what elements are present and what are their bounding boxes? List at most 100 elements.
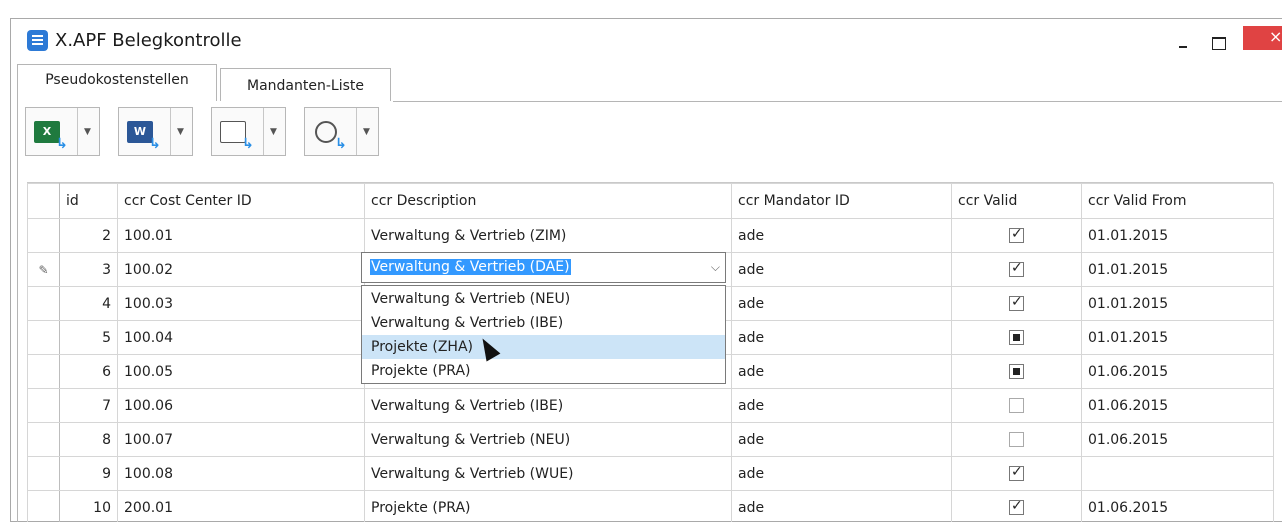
cell-valid[interactable] [951, 388, 1082, 423]
cell-mandator-id[interactable]: ade [731, 320, 952, 355]
cell-mandator-id[interactable]: ade [731, 388, 952, 423]
valid-checkbox[interactable] [1009, 464, 1024, 481]
cell-description[interactable]: Projekte (PRA) [364, 490, 732, 522]
cell-valid-from[interactable]: 01.06.2015 [1081, 354, 1274, 389]
cell-valid-from[interactable]: 01.01.2015 [1081, 320, 1274, 355]
valid-checkbox[interactable] [1009, 398, 1024, 413]
web-export-button[interactable]: ↳ ▼ [304, 107, 379, 156]
dropdown-item[interactable]: Projekte (PRA) [362, 359, 725, 383]
minimize-button[interactable] [1173, 31, 1193, 51]
cell-description[interactable]: Verwaltung & Vertrieb (IBE) [364, 388, 732, 423]
cell-cost-center-id[interactable]: 100.03 [117, 286, 365, 321]
cell-cost-center-id[interactable]: 100.01 [117, 218, 365, 253]
valid-checkbox[interactable] [1009, 226, 1024, 243]
cell-valid[interactable] [951, 490, 1082, 522]
table-row[interactable]: 8 100.07 Verwaltung & Vertrieb (NEU) ade 01.… [27, 422, 1274, 457]
valid-checkbox[interactable] [1009, 260, 1024, 277]
globe-icon [315, 121, 337, 143]
table-row[interactable]: 7 100.06 Verwaltung & Vertrieb (IBE) ade 01.… [27, 388, 1274, 423]
button-split [356, 108, 357, 155]
chevron-down-icon[interactable]: ▼ [177, 127, 184, 137]
cell-cost-center-id[interactable]: 100.02 [117, 252, 365, 287]
cell-cost-center-id[interactable]: 100.07 [117, 422, 365, 457]
valid-checkbox[interactable] [1009, 330, 1024, 345]
cell-cost-center-id[interactable]: 100.06 [117, 388, 365, 423]
cell-valid[interactable] [951, 252, 1082, 287]
cell-id[interactable]: 3 [59, 252, 118, 287]
valid-checkbox[interactable] [1009, 498, 1024, 515]
cell-valid[interactable] [951, 354, 1082, 389]
valid-checkbox[interactable] [1009, 432, 1024, 447]
chevron-down-icon[interactable]: ▼ [270, 127, 277, 137]
cell-valid-from[interactable]: 01.06.2015 [1081, 490, 1274, 522]
cell-valid-from[interactable]: 01.06.2015 [1081, 388, 1274, 423]
cell-valid-from[interactable]: 01.01.2015 [1081, 218, 1274, 253]
dropdown-item-hovered[interactable]: Projekte (ZHA) [362, 335, 725, 359]
cell-id[interactable]: 7 [59, 388, 118, 423]
cell-valid-from[interactable] [1081, 456, 1274, 491]
cell-mandator-id[interactable]: ade [731, 218, 952, 253]
valid-checkbox[interactable] [1009, 364, 1024, 379]
header-row: id ccr Cost Center ID ccr Description cc… [27, 183, 1274, 219]
button-split [263, 108, 264, 155]
column-header-mandator-id[interactable]: ccr Mandator ID [731, 183, 952, 219]
cell-description[interactable]: Verwaltung & Vertrieb (NEU) [364, 422, 732, 457]
cell-valid-from[interactable]: 01.06.2015 [1081, 422, 1274, 457]
chevron-down-icon[interactable]: ⌵ [711, 260, 720, 275]
word-export-button[interactable]: W ↳ ▼ [118, 107, 193, 156]
cell-id[interactable]: 6 [59, 354, 118, 389]
column-header-valid-from[interactable]: ccr Valid From [1081, 183, 1274, 219]
cell-valid-from[interactable]: 01.01.2015 [1081, 286, 1274, 321]
column-header-description[interactable]: ccr Description [364, 183, 732, 219]
title-bar: X.APF Belegkontrolle × [11, 19, 1282, 64]
cell-description[interactable]: Verwaltung & Vertrieb (ZIM) [364, 218, 732, 253]
table-row[interactable]: 9 100.08 Verwaltung & Vertrieb (WUE) ade [27, 456, 1274, 491]
cell-mandator-id[interactable]: ade [731, 252, 952, 287]
cell-mandator-id[interactable]: ade [731, 422, 952, 457]
cell-valid[interactable] [951, 286, 1082, 321]
dropdown-item[interactable]: Verwaltung & Vertrieb (IBE) [362, 311, 725, 335]
column-header-valid[interactable]: ccr Valid [951, 183, 1082, 219]
cell-mandator-id[interactable]: ade [731, 456, 952, 491]
cell-cost-center-id[interactable]: 100.08 [117, 456, 365, 491]
cell-valid[interactable] [951, 218, 1082, 253]
cell-valid-from[interactable]: 01.01.2015 [1081, 252, 1274, 287]
export-arrow-icon: ↳ [242, 136, 254, 152]
cell-id[interactable]: 5 [59, 320, 118, 355]
cell-mandator-id[interactable]: ade [731, 490, 952, 522]
chevron-down-icon[interactable]: ▼ [363, 127, 370, 137]
row-indicator [27, 422, 60, 457]
cell-mandator-id[interactable]: ade [731, 354, 952, 389]
maximize-button[interactable] [1208, 31, 1228, 51]
cell-id[interactable]: 2 [59, 218, 118, 253]
description-combobox[interactable]: Verwaltung & Vertrieb (DAE) ⌵ [361, 252, 726, 283]
cell-mandator-id[interactable]: ade [731, 286, 952, 321]
export-button[interactable]: ↳ ▼ [211, 107, 286, 156]
dropdown-item[interactable]: Verwaltung & Vertrieb (NEU) [362, 287, 725, 311]
cell-valid[interactable] [951, 422, 1082, 457]
description-editor-value[interactable]: Verwaltung & Vertrieb (DAE) [370, 259, 571, 275]
button-split [170, 108, 171, 155]
cell-description[interactable]: Verwaltung & Vertrieb (WUE) [364, 456, 732, 491]
chevron-down-icon[interactable]: ▼ [84, 127, 91, 137]
cell-id[interactable]: 8 [59, 422, 118, 457]
cell-valid[interactable] [951, 320, 1082, 355]
valid-checkbox[interactable] [1009, 294, 1024, 311]
app-icon [27, 30, 48, 51]
cell-cost-center-id[interactable]: 100.05 [117, 354, 365, 389]
cell-valid[interactable] [951, 456, 1082, 491]
cell-id[interactable]: 10 [59, 490, 118, 522]
close-button[interactable]: × [1243, 26, 1282, 50]
table-row[interactable]: 10200.01Projekte (PRA)ade 01.06.2015 [27, 490, 1274, 522]
cell-id[interactable]: 9 [59, 456, 118, 491]
tab-mandanten-liste[interactable]: Mandanten-Liste [220, 68, 391, 101]
row-indicator [27, 286, 60, 321]
cell-id[interactable]: 4 [59, 286, 118, 321]
cell-cost-center-id[interactable]: 100.04 [117, 320, 365, 355]
table-row[interactable]: 2100.01Verwaltung & Vertrieb (ZIM)ade 01.… [27, 218, 1274, 253]
tab-pseudokostenstellen[interactable]: Pseudokostenstellen [17, 64, 217, 101]
column-header-cost-center-id[interactable]: ccr Cost Center ID [117, 183, 365, 219]
cell-cost-center-id[interactable]: 200.01 [117, 490, 365, 522]
column-header-id[interactable]: id [59, 183, 118, 219]
excel-export-button[interactable]: X ↳ ▼ [25, 107, 100, 156]
